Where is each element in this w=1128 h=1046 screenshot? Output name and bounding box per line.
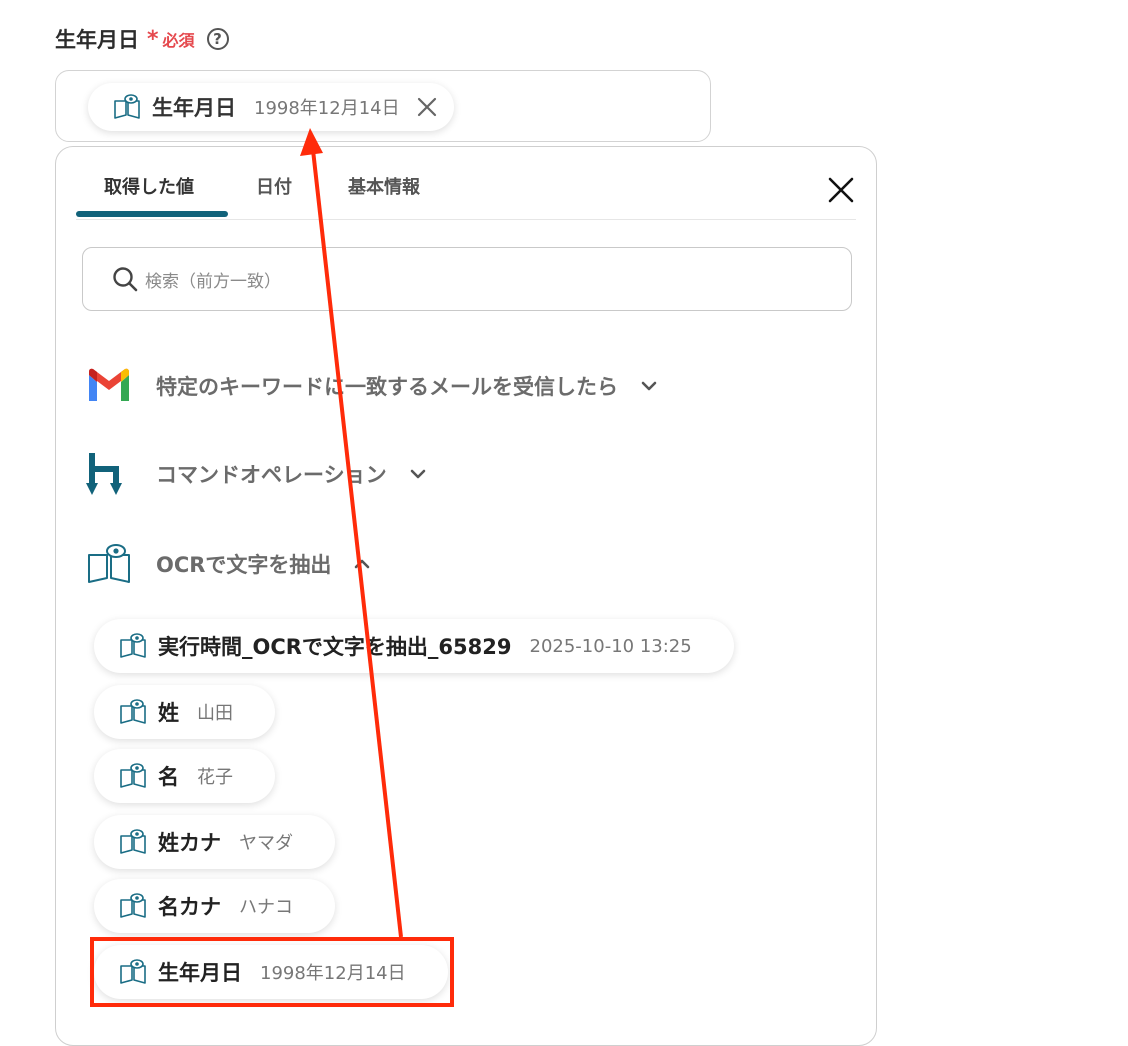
annotation-arrow xyxy=(300,128,403,938)
